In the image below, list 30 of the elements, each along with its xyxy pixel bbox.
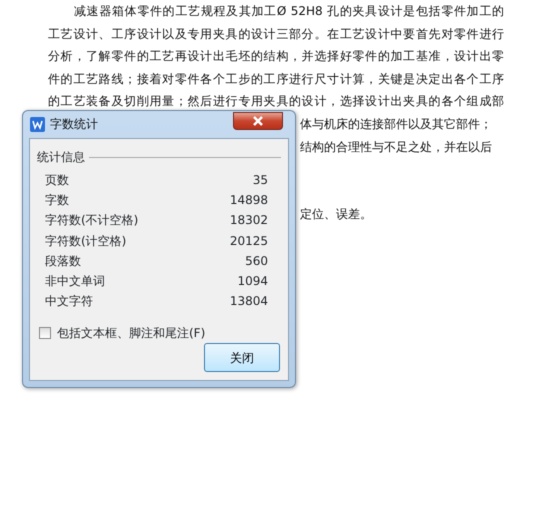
- stat-label: 字符数(计空格): [45, 232, 126, 250]
- document-text-line: 件的工艺路线；接着对零件各个工步的工序进行尺寸计算，关键是决定出各个工序: [48, 70, 504, 88]
- document-text-line: 分析，了解零件的工艺再设计出毛坯的结构，并选择好零件的加工基准，设计出零: [48, 48, 504, 66]
- stat-label: 非中文单词: [45, 272, 105, 290]
- document-text-line: 工艺设计、工序设计以及专用夹具的设计三部分。在工艺设计中要首先对零件进行: [48, 26, 504, 43]
- stat-value: 20125: [230, 232, 268, 250]
- stat-label: 字符数(不计空格): [45, 212, 138, 230]
- close-icon: [252, 116, 264, 126]
- close-dialog-button[interactable]: 关闭: [204, 343, 280, 372]
- document-text-line: 体与机床的连接部件以及其它部件；: [300, 116, 492, 133]
- checkbox-label[interactable]: 包括文本框、脚注和尾注(F): [57, 324, 206, 342]
- document-text-line: 的工艺装备及切削用量；然后进行专用夹具的设计，选择设计出夹具的各个组成部: [48, 93, 504, 110]
- document-text-line: 结构的合理性与不足之处，并在以后: [300, 138, 492, 156]
- close-button[interactable]: [233, 112, 283, 130]
- stat-label: 字数: [45, 192, 69, 210]
- window-title: 字数统计: [50, 116, 98, 133]
- group-title: 统计信息: [37, 149, 85, 166]
- stat-label: 段落数: [45, 252, 81, 270]
- checkbox[interactable]: [39, 327, 51, 340]
- stat-label: 中文字符: [45, 293, 93, 310]
- stat-value: 14898: [230, 192, 268, 210]
- document-text-line: 定位、误差。: [300, 206, 372, 224]
- app-icon: [30, 116, 45, 132]
- stat-value: 18302: [230, 212, 268, 230]
- stat-value: 13804: [230, 293, 268, 310]
- stat-value: 1094: [237, 272, 268, 290]
- stat-value: 35: [252, 172, 268, 189]
- stat-label: 页数: [45, 172, 69, 189]
- document-text-line: 减速器箱体零件的工艺规程及其加工Ø 52H8 孔的夹具设计是包括零件加工的: [73, 3, 504, 20]
- stat-value: 560: [245, 252, 268, 270]
